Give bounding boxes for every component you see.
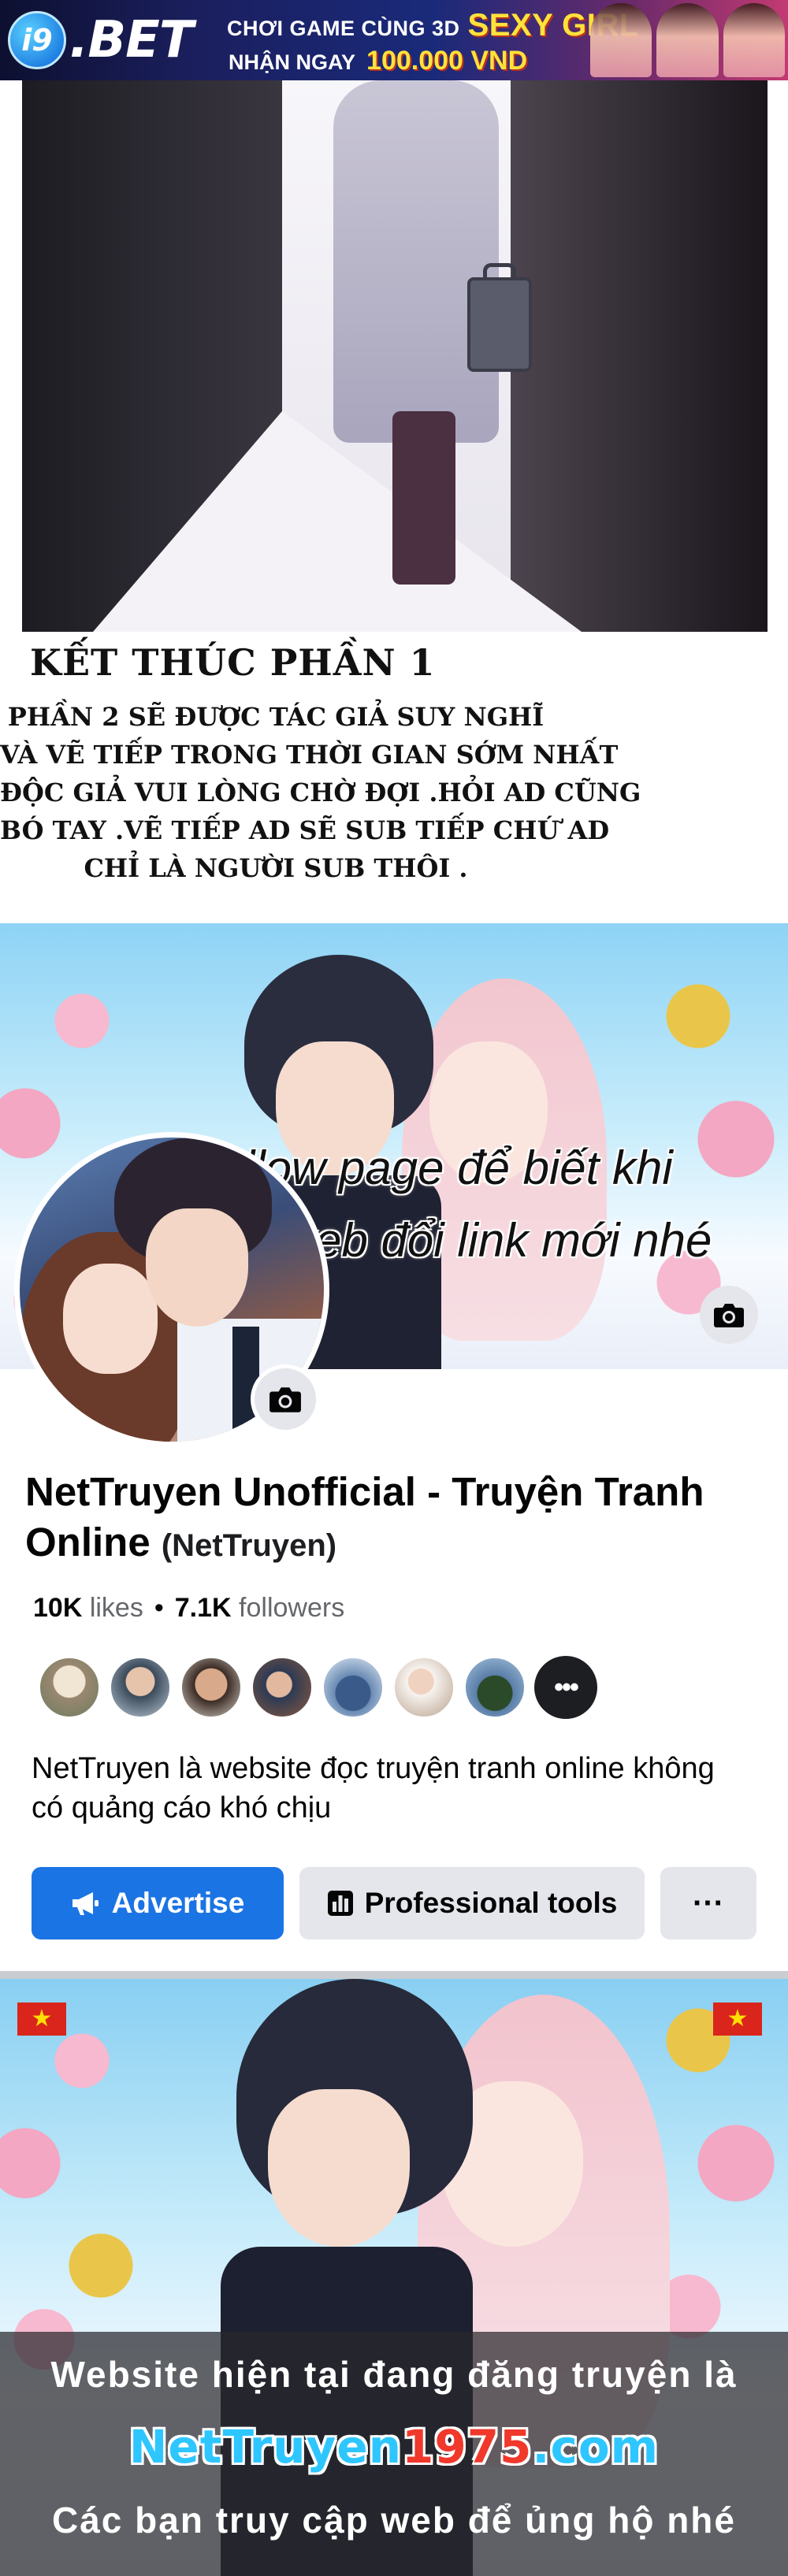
ad-model-image bbox=[723, 3, 785, 77]
light-beam bbox=[93, 411, 582, 632]
avatar[interactable] bbox=[463, 1656, 526, 1719]
ad-subline-highlight: 100.000 VND bbox=[366, 46, 528, 76]
avatar[interactable] bbox=[38, 1656, 101, 1719]
more-options-icon: ··· bbox=[693, 1885, 724, 1921]
page-stats: 10K likes • 7.1K followers bbox=[33, 1593, 344, 1624]
section-divider bbox=[0, 1971, 788, 1979]
advertise-label: Advertise bbox=[111, 1887, 245, 1919]
chapter-end-title: KẾT THÚC PHẦN 1 bbox=[30, 641, 436, 684]
ad-model-image bbox=[590, 3, 652, 77]
chapter-end-line: CHỈ LÀ NGƯỜI SUB THÔI . bbox=[84, 853, 468, 883]
ad-banner[interactable]: i9 .BET CHƠI GAME CÙNG 3D SEXY GIRL NHẬN … bbox=[0, 0, 788, 80]
page-title: NetTruyen Unofficial - Truyện Tranh Onli… bbox=[25, 1467, 758, 1571]
followers-label[interactable]: followers bbox=[239, 1593, 344, 1623]
ad-subline-text: NHẬN NGAY bbox=[229, 50, 356, 74]
page-handle: (NetTruyen) bbox=[161, 1528, 337, 1563]
walking-figure-legs bbox=[392, 411, 455, 585]
chapter-end-message: PHẦN 2 SẼ ĐƯỢC TÁC GIẢ SUY NGHĨ VÀ VẼ TI… bbox=[0, 698, 641, 887]
profile-man-face bbox=[146, 1208, 248, 1327]
bar-chart-icon bbox=[327, 1891, 353, 1916]
ad-subline: NHẬN NGAY 100.000 VND bbox=[229, 46, 527, 76]
comic-panel-image bbox=[22, 80, 768, 632]
facebook-page-card: Follow page để biết khi nào web đổi link… bbox=[0, 923, 788, 1971]
professional-tools-button[interactable]: Professional tools bbox=[299, 1867, 645, 1939]
profile-woman-face bbox=[63, 1264, 158, 1374]
chapter-end-line: PHẦN 2 SẼ ĐƯỢC TÁC GIẢ SUY NGHĨ bbox=[7, 702, 545, 732]
vietnam-flag-icon: ★ bbox=[713, 2003, 762, 2036]
chapter-end-notes: KẾT THÚC PHẦN 1 PHẦN 2 SẼ ĐƯỢC TÁC GIẢ S… bbox=[0, 632, 788, 923]
avatar[interactable] bbox=[392, 1656, 455, 1719]
vietnam-flag-icon: ★ bbox=[17, 2003, 66, 2036]
avatar[interactable] bbox=[322, 1656, 385, 1719]
walking-figure bbox=[333, 80, 499, 443]
ad-logo-text: .BET bbox=[69, 11, 193, 69]
camera-icon bbox=[269, 1387, 301, 1412]
promo-line: Website hiện tại đang đăng truyện là bbox=[50, 2354, 738, 2395]
promo-site-name: NetTruyen1975.com bbox=[0, 2420, 788, 2474]
professional-tools-label: Professional tools bbox=[364, 1887, 618, 1919]
edit-cover-button[interactable] bbox=[700, 1286, 758, 1344]
follower-avatars[interactable]: ••• bbox=[38, 1656, 597, 1719]
chapter-end-line: VÀ VẼ TIẾP TRONG THỜI GIAN SỚM NHẤT bbox=[0, 740, 619, 770]
page-bio: NetTruyen là website đọc truyện tranh on… bbox=[32, 1752, 715, 1824]
camera-icon bbox=[714, 1304, 744, 1327]
avatar[interactable] bbox=[180, 1656, 243, 1719]
likes-label[interactable]: likes bbox=[90, 1593, 143, 1623]
promo-line: Các bạn truy cập web để ủng hộ nhé bbox=[52, 2500, 736, 2541]
more-options-button[interactable]: ··· bbox=[660, 1867, 756, 1939]
ad-logo: i9 .BET bbox=[8, 11, 193, 69]
chapter-end-line: ĐỘC GIẢ VUI LÒNG CHỜ ĐỢI .HỎI AD CŨNG bbox=[0, 778, 641, 807]
megaphone-icon bbox=[72, 1892, 98, 1915]
promo-groom-face bbox=[268, 2089, 410, 2247]
followers-count[interactable]: 7.1K bbox=[175, 1593, 232, 1623]
ad-model-image bbox=[656, 3, 719, 77]
ad-headline: CHƠI GAME CÙNG 3D SEXY GIRL bbox=[227, 8, 639, 43]
edit-profile-picture-button[interactable] bbox=[251, 1364, 320, 1434]
promo-site-suffix: .com bbox=[532, 2420, 660, 2474]
chapter-end-line: BÓ TAY .VẼ TIẾP AD SẼ SUB TIẾP CHỨ AD bbox=[0, 815, 610, 845]
advertise-button[interactable]: Advertise bbox=[32, 1867, 284, 1939]
likes-count[interactable]: 10K bbox=[33, 1593, 82, 1623]
ad-logo-badge: i9 bbox=[8, 11, 66, 69]
suitcase bbox=[467, 277, 532, 372]
page-name: NetTruyen Unofficial - Truyện Tranh Onli… bbox=[25, 1469, 704, 1565]
avatar[interactable] bbox=[109, 1656, 172, 1719]
promo-flowers-left bbox=[0, 1979, 158, 2389]
avatar[interactable] bbox=[251, 1656, 314, 1719]
more-followers-button[interactable]: ••• bbox=[534, 1656, 597, 1719]
ad-headline-text: CHƠI GAME CÙNG 3D bbox=[227, 17, 460, 40]
promo-site-prefix: NetTruyen bbox=[128, 2420, 402, 2474]
promo-site-number: 1975 bbox=[401, 2420, 533, 2474]
stats-separator: • bbox=[154, 1593, 164, 1623]
ad-model-images bbox=[587, 0, 788, 80]
site-promo-image: ★ ★ Website hiện tại đang đăng truyện là… bbox=[0, 1979, 788, 2576]
